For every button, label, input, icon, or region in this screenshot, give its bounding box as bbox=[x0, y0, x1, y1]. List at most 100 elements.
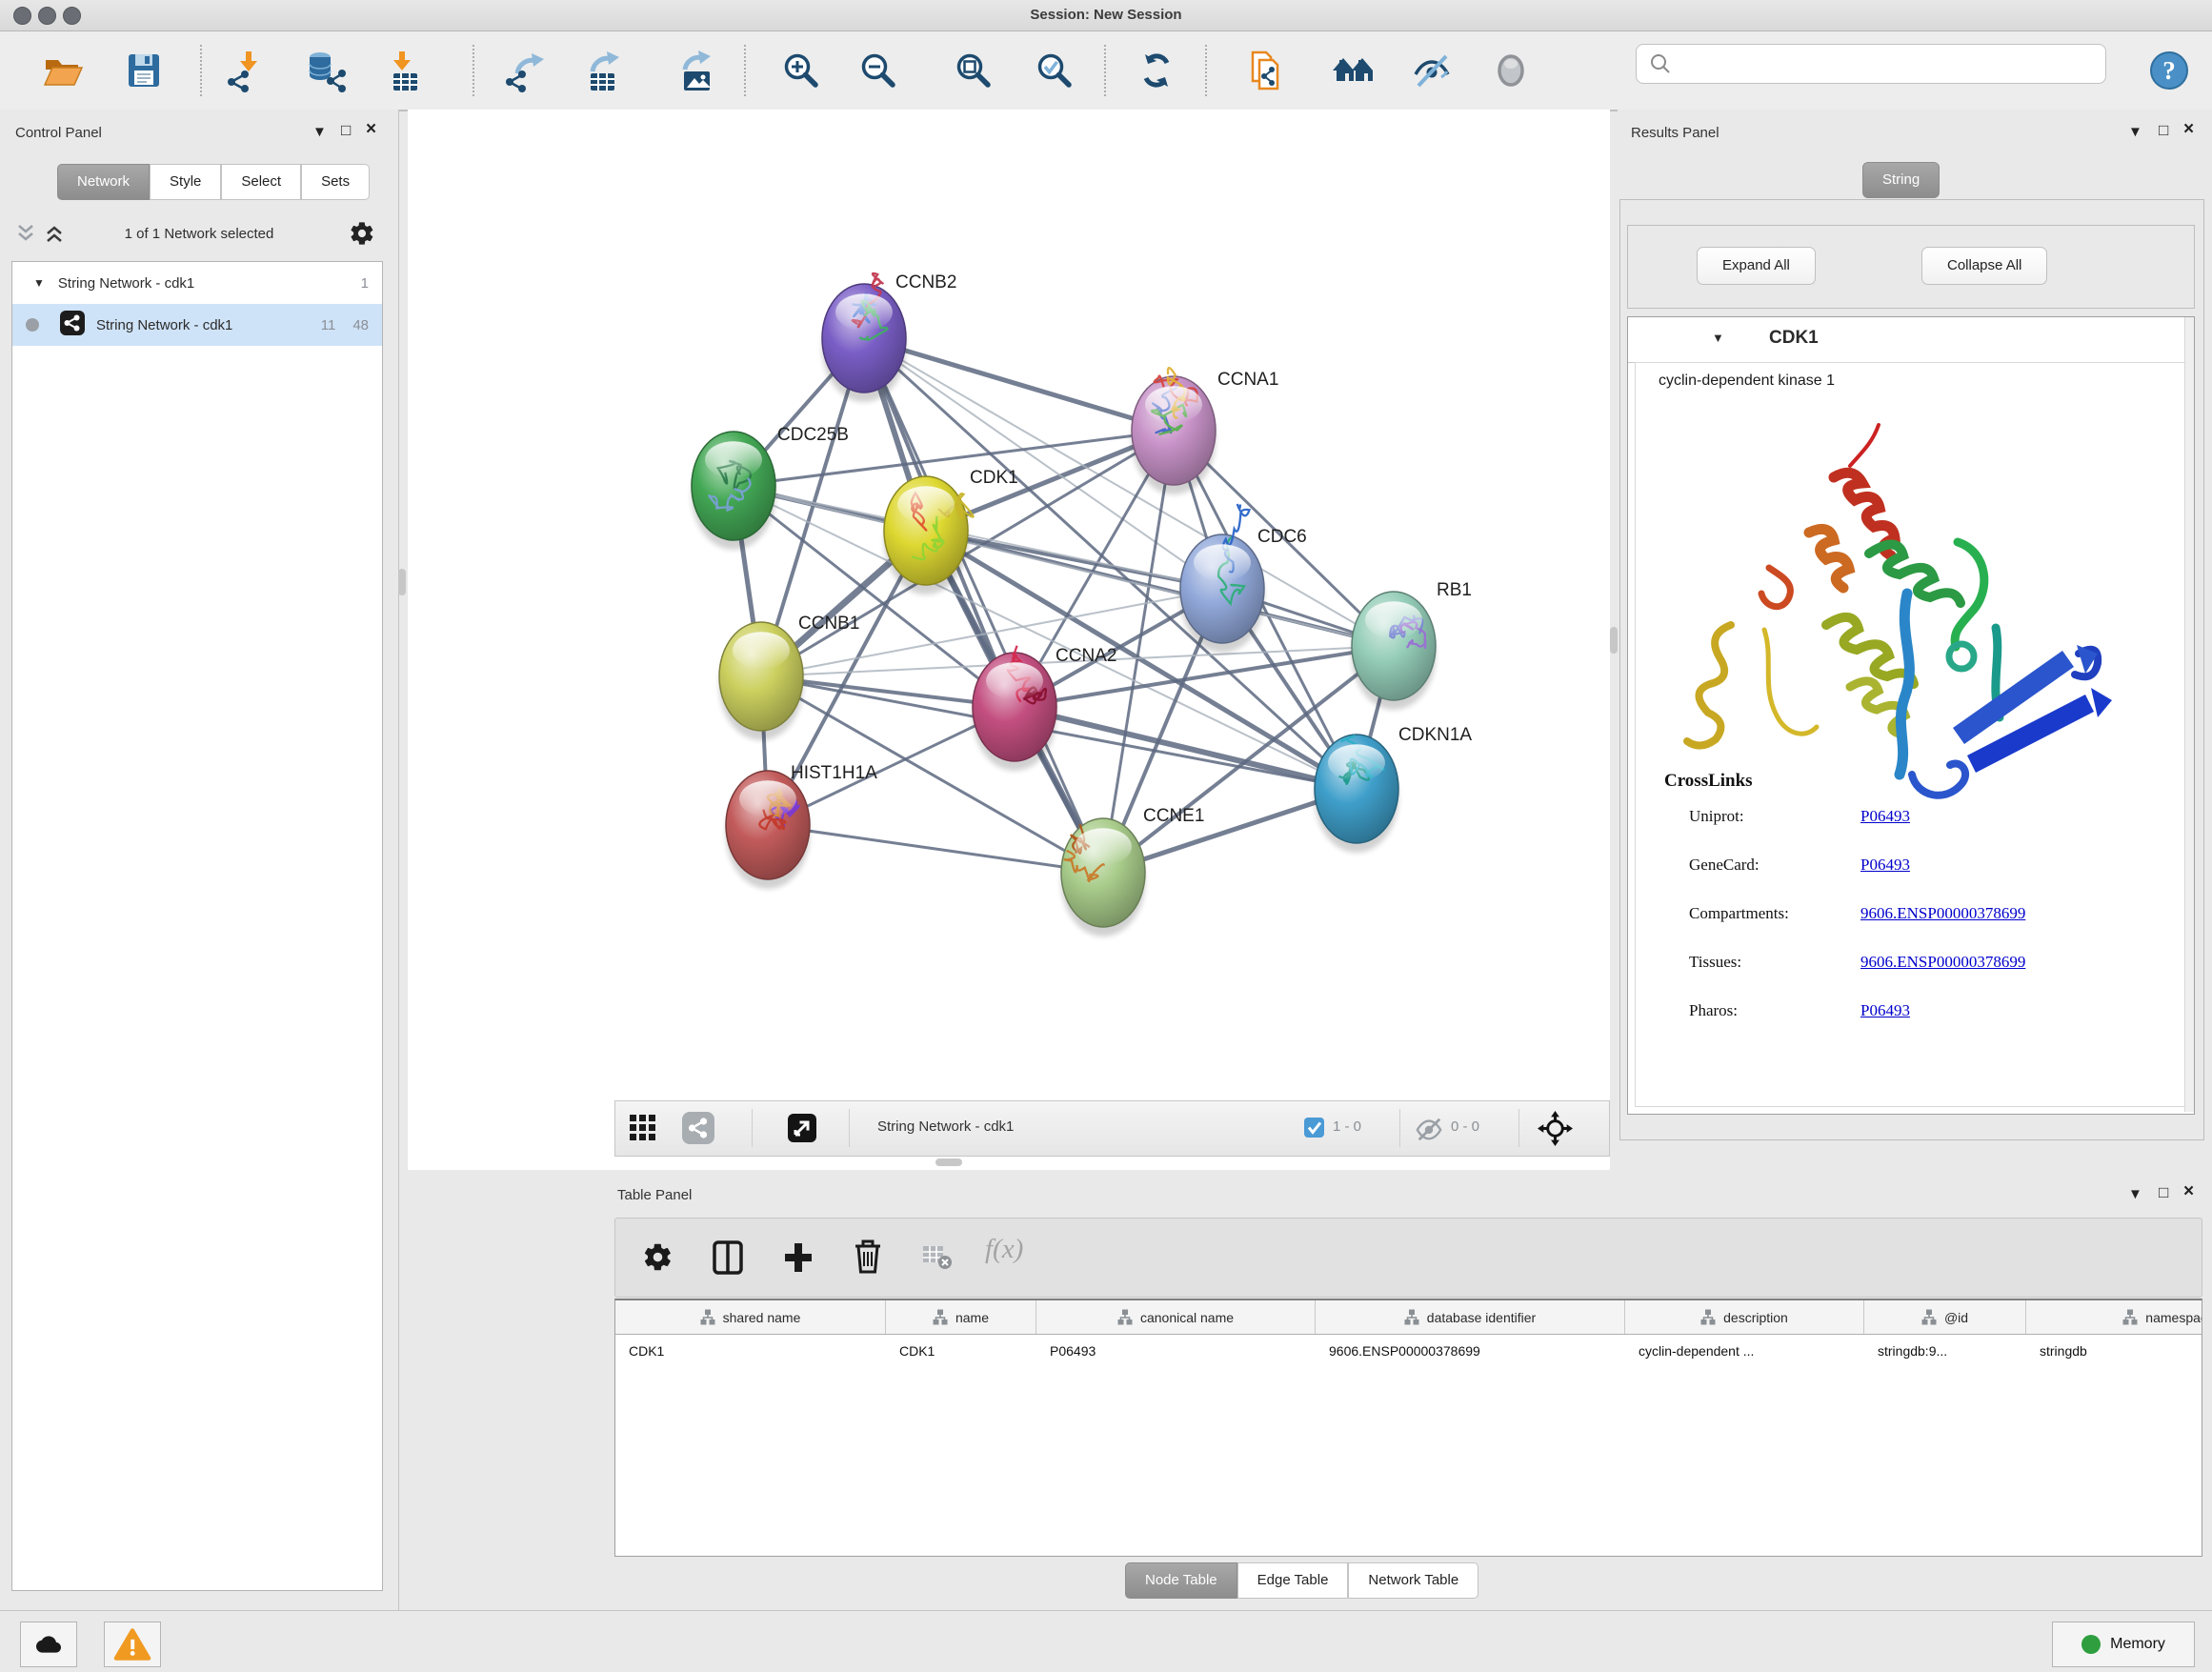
tab-string[interactable]: String bbox=[1862, 162, 1940, 198]
node-CDC25B[interactable] bbox=[692, 432, 775, 550]
crosslink-link[interactable]: P06493 bbox=[1860, 856, 1910, 875]
edge-CCNE1-HIST1H1A[interactable] bbox=[768, 825, 1103, 873]
node-CCNA2[interactable] bbox=[973, 646, 1056, 771]
results-panel-close-button[interactable]: × bbox=[2183, 121, 2194, 138]
search-field[interactable] bbox=[1636, 44, 2106, 84]
table-panel-float-button[interactable]: □ bbox=[2159, 1184, 2168, 1201]
center-view-button[interactable] bbox=[1538, 1111, 1573, 1151]
node-label-CDKN1A: CDKN1A bbox=[1398, 725, 1472, 745]
network-view-mode-button[interactable] bbox=[682, 1112, 714, 1149]
node-label-CDK1: CDK1 bbox=[970, 468, 1018, 488]
table-cell[interactable]: cyclin-dependent ... bbox=[1625, 1335, 1864, 1367]
delete-column-button[interactable] bbox=[852, 1239, 884, 1279]
table-panel-menu-button[interactable]: ▼ bbox=[2128, 1186, 2142, 1203]
column-header-description[interactable]: description bbox=[1625, 1300, 1864, 1334]
column-header-name[interactable]: name bbox=[886, 1300, 1036, 1334]
column-header-databaseidentifier[interactable]: database identifier bbox=[1316, 1300, 1625, 1334]
network-graph[interactable]: CCNB2CCNA1CDC25BCDK1CDC6RB1CCNB1CCNA2CDK… bbox=[408, 111, 1610, 1100]
network-options-gear-button[interactable] bbox=[349, 220, 375, 252]
column-header-id[interactable]: @id bbox=[1864, 1300, 2026, 1334]
table-row[interactable]: CDK1CDK1P064939606.ENSP00000378699cyclin… bbox=[615, 1335, 2202, 1367]
control-panel-close-button[interactable]: × bbox=[366, 121, 376, 138]
crosslink-link[interactable]: P06493 bbox=[1860, 1001, 1910, 1020]
node-CCNB1[interactable] bbox=[719, 622, 803, 740]
column-type-icon bbox=[1117, 1309, 1133, 1325]
results-scrollbar[interactable] bbox=[2184, 317, 2194, 1112]
crosslink-link[interactable]: 9606.ENSP00000378699 bbox=[1860, 953, 2025, 972]
open-session-button[interactable] bbox=[39, 47, 87, 94]
edge-CCNB2-CCNA1[interactable] bbox=[864, 338, 1174, 431]
zoom-in-button[interactable] bbox=[777, 47, 825, 94]
column-header-sharedname[interactable]: shared name bbox=[615, 1300, 886, 1334]
import-table-button[interactable] bbox=[381, 47, 429, 94]
column-header-canonicalname[interactable]: canonical name bbox=[1036, 1300, 1316, 1334]
network-collection-row[interactable]: ▼ String Network - cdk1 1 bbox=[12, 262, 382, 304]
zoom-selected-button[interactable] bbox=[1031, 47, 1078, 94]
tab-network-table[interactable]: Network Table bbox=[1348, 1562, 1478, 1599]
control-panel-menu-button[interactable]: ▼ bbox=[312, 124, 327, 141]
export-network-button[interactable] bbox=[502, 47, 550, 94]
results-panel-menu-button[interactable]: ▼ bbox=[2128, 124, 2142, 141]
help-button[interactable]: ? bbox=[2145, 47, 2193, 94]
table-options-button[interactable] bbox=[642, 1241, 674, 1278]
node-CCNE1[interactable] bbox=[1061, 818, 1145, 937]
tab-network[interactable]: Network bbox=[57, 164, 150, 200]
import-database-button[interactable] bbox=[302, 47, 350, 94]
create-column-button[interactable] bbox=[782, 1240, 814, 1279]
control-panel-float-button[interactable]: □ bbox=[341, 122, 351, 139]
hide-selected-button[interactable] bbox=[1408, 47, 1456, 94]
edge-CCNB2-CCNE1[interactable] bbox=[864, 338, 1103, 873]
show-all-button[interactable] bbox=[1487, 47, 1535, 94]
detach-view-button[interactable] bbox=[788, 1114, 816, 1147]
table-cell[interactable]: 9606.ENSP00000378699 bbox=[1316, 1335, 1625, 1367]
crosslink-link[interactable]: 9606.ENSP00000378699 bbox=[1860, 904, 2025, 923]
bottom-splitter-handle[interactable] bbox=[935, 1158, 962, 1166]
results-panel-float-button[interactable]: □ bbox=[2159, 122, 2168, 139]
node-HIST1H1A[interactable] bbox=[726, 771, 810, 889]
tab-node-table[interactable]: Node Table bbox=[1125, 1562, 1237, 1599]
crosslink-link[interactable]: P06493 bbox=[1860, 807, 1910, 826]
protein-header-row[interactable]: ▼ CDK1 bbox=[1628, 317, 2194, 363]
zoom-fit-button[interactable] bbox=[950, 47, 997, 94]
warning-status-button[interactable] bbox=[104, 1622, 161, 1667]
table-panel-close-button[interactable]: × bbox=[2183, 1183, 2194, 1200]
tab-sets[interactable]: Sets bbox=[301, 164, 370, 200]
tab-style[interactable]: Style bbox=[150, 164, 221, 200]
zoom-out-button[interactable] bbox=[855, 47, 902, 94]
first-neighbors-button[interactable] bbox=[1329, 47, 1377, 94]
table-cell[interactable]: CDK1 bbox=[886, 1335, 1036, 1367]
columns-icon bbox=[711, 1239, 745, 1276]
left-splitter-handle[interactable] bbox=[398, 569, 406, 595]
search-input[interactable] bbox=[1675, 49, 2098, 79]
table-cell[interactable]: CDK1 bbox=[615, 1335, 886, 1367]
node-CCNB2[interactable] bbox=[822, 273, 906, 402]
memory-button[interactable]: Memory bbox=[2052, 1622, 2195, 1667]
show-columns-button[interactable] bbox=[711, 1239, 745, 1280]
column-header-namespace[interactable]: namespace bbox=[2026, 1300, 2202, 1334]
table-cell[interactable]: stringdb:9... bbox=[1864, 1335, 2026, 1367]
edge-CCNA2-CDKN1A[interactable] bbox=[1015, 707, 1357, 789]
save-session-button[interactable] bbox=[120, 47, 168, 94]
protein-detail-box: cyclin-dependent kinase 1 bbox=[1635, 362, 2187, 1107]
export-image-button[interactable] bbox=[672, 47, 719, 94]
tree-disclosure-icon[interactable]: ▼ bbox=[33, 276, 45, 290]
tab-select[interactable]: Select bbox=[221, 164, 301, 200]
expand-all-button[interactable]: Expand All bbox=[1697, 247, 1816, 285]
node-RB1[interactable] bbox=[1352, 592, 1436, 710]
table-cell[interactable]: P06493 bbox=[1036, 1335, 1316, 1367]
export-table-button[interactable] bbox=[579, 47, 627, 94]
collapse-all-button[interactable]: Collapse All bbox=[1921, 247, 2047, 285]
table-cell[interactable]: stringdb bbox=[2026, 1335, 2202, 1367]
cloud-status-button[interactable] bbox=[20, 1622, 77, 1667]
right-splitter-handle[interactable] bbox=[1610, 627, 1618, 654]
protein-disclosure-icon[interactable]: ▼ bbox=[1712, 331, 1724, 345]
new-network-from-selection-button[interactable] bbox=[1243, 47, 1291, 94]
network-row-selected[interactable]: String Network - cdk1 11 48 bbox=[12, 304, 382, 346]
node-CDKN1A[interactable] bbox=[1315, 735, 1398, 853]
node-CCNA1[interactable] bbox=[1132, 368, 1216, 494]
grid-view-button[interactable] bbox=[629, 1114, 657, 1147]
import-network-button[interactable] bbox=[223, 47, 271, 94]
crosslink-label: GeneCard: bbox=[1689, 856, 1860, 875]
apply-layout-button[interactable] bbox=[1133, 47, 1180, 94]
tab-edge-table[interactable]: Edge Table bbox=[1237, 1562, 1349, 1599]
